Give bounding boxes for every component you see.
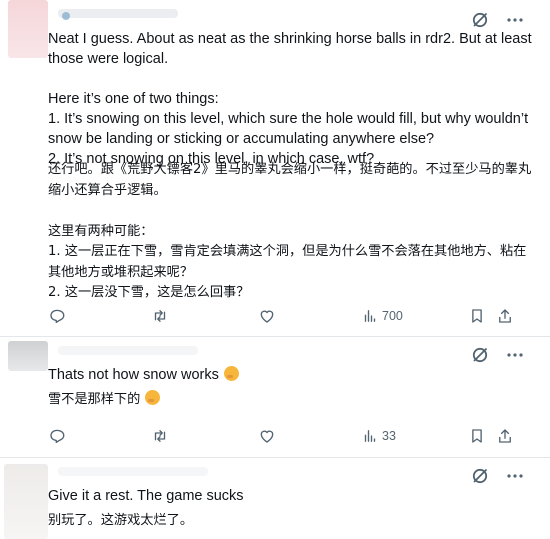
- like-button[interactable]: [258, 306, 276, 326]
- grok-icon[interactable]: [470, 345, 490, 365]
- bookmark-button[interactable]: [468, 306, 486, 326]
- more-icon[interactable]: [505, 10, 525, 30]
- action-bar: 700: [48, 306, 518, 326]
- reply-translation: 雪不是那样下的: [48, 390, 538, 411]
- bookmark-button[interactable]: [468, 426, 486, 446]
- share-button[interactable]: [496, 306, 514, 326]
- avatar[interactable]: [8, 341, 48, 371]
- retweet-icon: [154, 430, 166, 442]
- author-name[interactable]: [58, 467, 208, 476]
- reply-icon: [50, 309, 65, 324]
- reply-2: Thats not how snow works 雪不是那样下的 33: [0, 337, 550, 457]
- avatar[interactable]: [8, 0, 48, 58]
- reply-translation-content: 雪不是那样下的: [48, 392, 141, 407]
- avatar[interactable]: [4, 464, 48, 539]
- bookmark-icon: [472, 309, 482, 323]
- views-icon: [364, 310, 376, 322]
- shushing-face-emoji: [223, 366, 239, 381]
- reply-1: Neat I guess. About as neat as the shrin…: [0, 0, 550, 336]
- reply-3: Give it a rest. The game sucks 别玩了。这游戏太烂…: [0, 458, 550, 539]
- retweet-button[interactable]: [151, 426, 169, 446]
- more-icon[interactable]: [505, 345, 525, 365]
- grok-icon[interactable]: [470, 10, 490, 30]
- share-button[interactable]: [496, 426, 514, 446]
- bookmark-icon: [472, 429, 482, 443]
- reply-text: Give it a rest. The game sucks: [48, 488, 244, 504]
- views-button[interactable]: 700: [361, 306, 403, 326]
- reply-text: Neat I guess. About as neat as the shrin…: [48, 31, 532, 167]
- action-bar: 33: [48, 426, 518, 446]
- reply-button[interactable]: [48, 306, 66, 326]
- reply-text: Thats not how snow works: [48, 365, 538, 385]
- like-icon: [260, 430, 274, 443]
- verified-icon: [62, 12, 70, 20]
- shushing-face-emoji: [145, 390, 161, 405]
- views-count: 700: [382, 309, 403, 323]
- like-icon: [260, 310, 274, 323]
- like-button[interactable]: [258, 426, 276, 446]
- views-button[interactable]: 33: [361, 426, 396, 446]
- reply-translation: 还行吧。跟《荒野大镖客2》里马的睾丸会缩小一样，挺奇葩的。不过至少马的睾丸缩小还…: [48, 162, 532, 300]
- share-icon: [499, 429, 511, 443]
- reply-text-content: Thats not how snow works: [48, 367, 219, 383]
- reply-icon: [50, 429, 65, 444]
- reply-button[interactable]: [48, 426, 66, 446]
- share-icon: [499, 309, 511, 323]
- grok-icon[interactable]: [470, 466, 490, 486]
- retweet-icon: [154, 310, 166, 322]
- views-count: 33: [382, 429, 396, 443]
- more-icon[interactable]: [505, 466, 525, 486]
- retweet-button[interactable]: [151, 306, 169, 326]
- reply-translation: 别玩了。这游戏太烂了。: [48, 513, 194, 528]
- views-icon: [364, 430, 376, 442]
- author-name[interactable]: [58, 9, 178, 18]
- author-name[interactable]: [58, 346, 198, 355]
